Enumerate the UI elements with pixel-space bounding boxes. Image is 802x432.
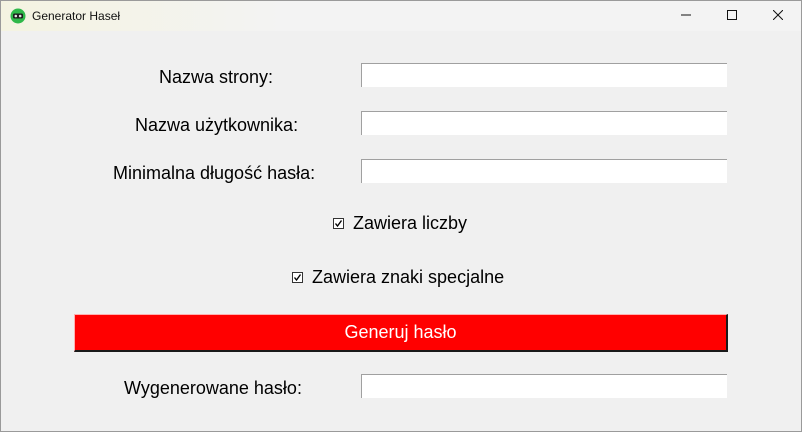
special-checkbox-label: Zawiera znaki specjalne	[312, 267, 505, 287]
app-icon	[10, 8, 26, 24]
maximize-icon	[727, 7, 737, 25]
numbers-checkbox[interactable]	[333, 218, 344, 229]
site-name-label: Nazwa strony:	[159, 67, 274, 87]
title-bar[interactable]: Generator Haseł	[1, 1, 801, 31]
generated-password-output[interactable]	[361, 374, 727, 398]
maximize-button[interactable]	[709, 1, 755, 31]
username-input[interactable]	[361, 111, 727, 135]
generate-button-label: Generuj hasło	[344, 322, 457, 342]
close-button[interactable]	[755, 1, 801, 31]
window-title: Generator Haseł	[32, 9, 121, 23]
numbers-checkbox-label: Zawiera liczby	[353, 213, 468, 233]
min-length-input[interactable]	[361, 159, 727, 183]
username-label: Nazwa użytkownika:	[135, 115, 299, 135]
minimize-icon	[681, 7, 691, 25]
app-window: Generator Haseł Nazwa strony: Nazwa użyt…	[0, 0, 802, 432]
generated-password-label: Wygenerowane hasło:	[124, 378, 302, 398]
generate-password-button[interactable]: Generuj hasło	[74, 314, 728, 352]
checkmark-icon	[293, 274, 302, 282]
numbers-checkbox-row[interactable]: Zawiera liczby	[333, 213, 467, 234]
minimize-button[interactable]	[663, 1, 709, 31]
site-name-input[interactable]	[361, 63, 727, 87]
checkmark-icon	[334, 220, 343, 228]
special-checkbox[interactable]	[292, 272, 303, 283]
close-icon	[772, 7, 784, 25]
special-checkbox-row[interactable]: Zawiera znaki specjalne	[292, 267, 504, 288]
min-length-label: Minimalna długość hasła:	[113, 163, 316, 183]
